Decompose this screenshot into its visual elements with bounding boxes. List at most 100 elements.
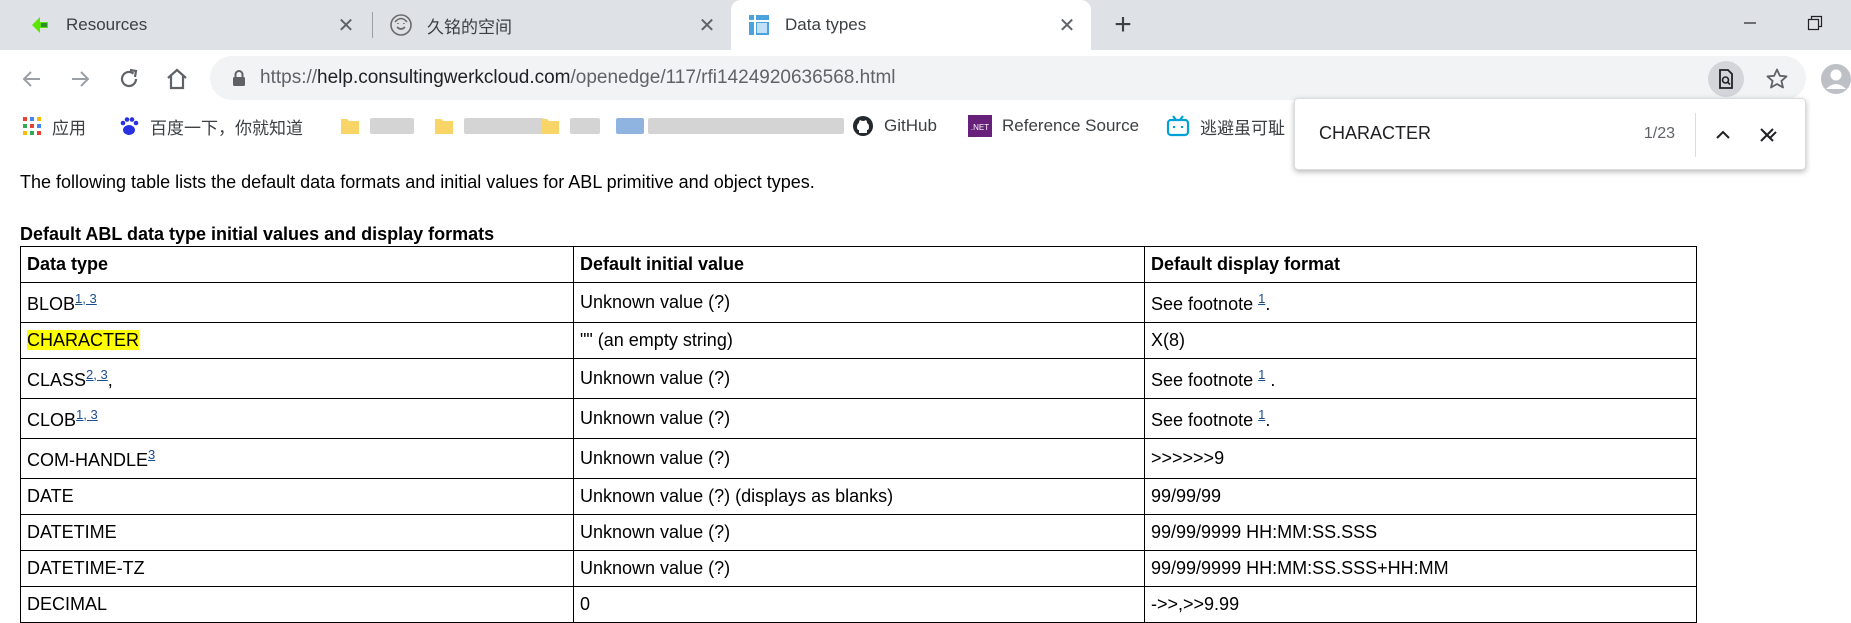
footnote-link[interactable]: 1, 3 (75, 291, 97, 306)
bookmark-label: 应用 (52, 118, 86, 138)
folder-icon (541, 119, 559, 134)
find-in-page-button[interactable] (1708, 61, 1744, 97)
close-icon[interactable]: ✕ (332, 11, 360, 39)
bookmark-star-button[interactable] (1762, 64, 1792, 94)
bookmark-github[interactable]: GitHub (852, 114, 937, 138)
table-row: DATETIME Unknown value (?) 99/99/9999 HH… (20, 514, 1697, 551)
redacted-label (648, 118, 844, 134)
find-match-highlight: CHARACTER (27, 330, 140, 350)
baidu-paw-icon (120, 117, 139, 135)
tab-data-types[interactable]: Data types ✕ (731, 0, 1091, 50)
data-type-name: BLOB (27, 293, 76, 314)
bookmark-blurred-3[interactable] (540, 114, 604, 138)
table-row: DECIMAL 0 ->>,>>9.99 (20, 586, 1697, 623)
restore-icon (1807, 15, 1823, 31)
reload-button[interactable] (113, 63, 145, 95)
bilibili-icon (1166, 115, 1190, 137)
bookmark-label: 逃避虽可耻 (1200, 118, 1285, 138)
bookmark-label: 百度一下，你就知道 (150, 118, 303, 138)
table-header-row: Data type Default initial value Default … (20, 246, 1697, 283)
lock-icon (233, 70, 245, 86)
home-button[interactable] (161, 63, 193, 95)
table-row: COM-HANDLE3 Unknown value (?) >>>>>>9 (20, 438, 1697, 479)
display-format-cell: 99/99/99 (1144, 478, 1697, 515)
tab-space[interactable]: 久铭的空间 ✕ (373, 0, 731, 50)
format-tail: . (1265, 293, 1271, 314)
bookmark-bilibili[interactable]: 逃避虽可耻 (1166, 114, 1285, 138)
format-text: See footnote (1151, 409, 1259, 430)
redacted-label (464, 118, 544, 134)
table-row: CLOB1, 3 Unknown value (?) See footnote … (20, 398, 1697, 439)
data-type-cell: CHARACTER (20, 322, 574, 359)
initial-value-cell: Unknown value (?) (573, 438, 1145, 479)
close-icon (1760, 128, 1774, 142)
table-row: BLOB1, 3 Unknown value (?) See footnote … (20, 282, 1697, 323)
url-path: /openedge/117/rfi1424920636568.html (570, 67, 896, 88)
intro-paragraph: The following table lists the default da… (20, 172, 815, 192)
close-icon[interactable]: ✕ (693, 11, 721, 39)
footnote-refs[interactable]: 2, 3 (86, 367, 108, 382)
format-text: See footnote (1151, 293, 1259, 314)
svg-text:.NET: .NET (971, 123, 989, 132)
column-header: Data type (20, 246, 574, 283)
initial-value-cell: Unknown value (?) (573, 358, 1145, 399)
format-text: See footnote (1151, 369, 1259, 390)
forward-button[interactable] (64, 63, 96, 95)
find-previous-button[interactable] (1709, 121, 1737, 149)
footnote-refs[interactable]: 3 (148, 447, 155, 462)
avatar-icon (390, 14, 412, 36)
restore-button[interactable] (1800, 8, 1830, 38)
home-icon (167, 68, 187, 90)
find-close-button[interactable] (1753, 121, 1781, 149)
data-type-cell: DATE (20, 478, 574, 515)
initial-value-cell: "" (an empty string) (573, 322, 1145, 359)
display-format-cell: 99/99/9999 HH:MM:SS.SSS (1144, 514, 1697, 551)
initial-value-cell: Unknown value (?) (573, 550, 1145, 587)
minimize-button[interactable] (1735, 8, 1765, 38)
bookmark-blurred-2[interactable] (434, 114, 548, 138)
data-type-cell: DATETIME-TZ (20, 550, 574, 587)
dotnet-icon: .NET (968, 115, 992, 137)
tab-label: 久铭的空间 (427, 17, 512, 37)
table-caption: Default ABL data type initial values and… (20, 224, 495, 244)
url-scheme: https:// (260, 67, 318, 88)
data-type-cell: CLOB1, 3 (20, 398, 574, 439)
tab-label: Resources (66, 15, 148, 34)
chevron-up-icon (1716, 130, 1730, 139)
table-row: DATE Unknown value (?) (displays as blan… (20, 478, 1697, 515)
footnote-link[interactable]: 1, 3 (76, 407, 98, 422)
tab-label: Data types (785, 15, 867, 34)
initial-value-cell: Unknown value (?) (573, 398, 1145, 439)
bookmark-baidu[interactable]: 百度一下，你就知道 (118, 114, 303, 138)
find-input[interactable]: CHARACTER (1319, 123, 1431, 144)
bookmark-blurred-1[interactable] (340, 114, 418, 138)
data-type-cell: COM-HANDLE3 (20, 438, 574, 479)
footnote-link[interactable]: 2, 3 (86, 367, 108, 382)
find-bar: CHARACTER 1/23 (1294, 98, 1806, 170)
bookmark-blurred-4[interactable] (616, 114, 848, 138)
bookmark-apps[interactable]: 应用 (22, 114, 86, 138)
find-divider (1695, 113, 1696, 157)
format-tail: . (1265, 369, 1276, 390)
back-button[interactable] (16, 63, 48, 95)
new-tab-button[interactable]: + (1108, 8, 1138, 41)
doc-grid-icon (749, 15, 769, 35)
folder-icon (435, 119, 453, 134)
profile-avatar-icon[interactable] (1820, 63, 1851, 95)
minimize-icon (1744, 22, 1756, 24)
close-icon[interactable]: ✕ (1053, 11, 1081, 39)
address-bar[interactable]: https://help.consultingwerkcloud.com/ope… (210, 56, 1806, 100)
display-format-cell: See footnote 1. (1144, 398, 1697, 439)
tab-resources[interactable]: Resources ✕ (0, 0, 370, 50)
footnote-link[interactable]: 3 (148, 447, 155, 462)
data-types-table: Data type Default initial value Default … (20, 246, 1697, 623)
footnote-refs[interactable]: 1, 3 (75, 291, 97, 306)
arrow-right-icon (72, 71, 90, 87)
data-type-name: COM-HANDLE (27, 449, 149, 470)
bookmark-reference-source[interactable]: .NET Reference Source (968, 114, 1139, 138)
tab-strip: Resources ✕ 久铭的空间 ✕ Data types ✕ + (0, 0, 1851, 50)
column-header: Default initial value (573, 246, 1145, 283)
format-tail: . (1265, 409, 1271, 430)
display-format-cell: >>>>>>9 (1144, 438, 1697, 479)
footnote-refs[interactable]: 1, 3 (76, 407, 98, 422)
